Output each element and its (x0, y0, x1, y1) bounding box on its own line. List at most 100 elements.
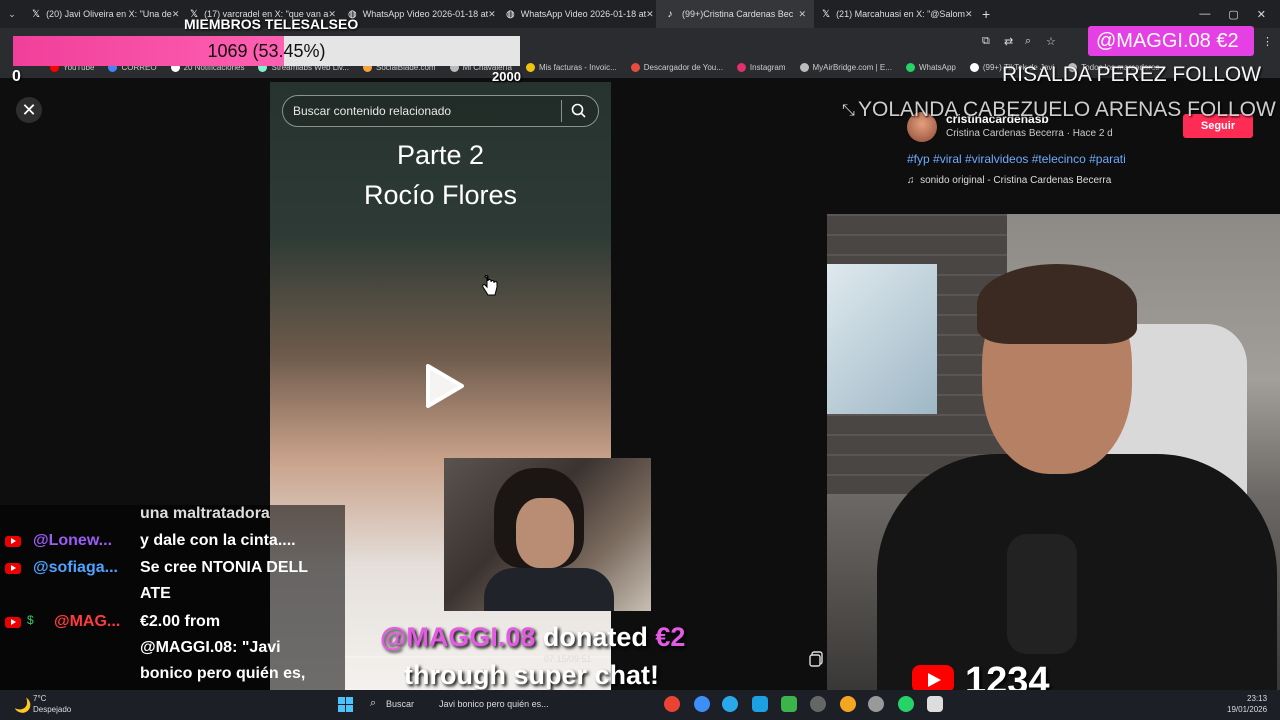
browser-tab[interactable]: 𝕏 (20) Javi Oliveira en X: "Una de ✕ (24, 0, 182, 28)
app-icon[interactable] (840, 696, 856, 712)
chat-message: bonico pero quién es, (140, 665, 306, 682)
youtube-icon (5, 536, 21, 547)
play-icon[interactable] (424, 363, 466, 409)
browser-tab-active[interactable]: ♪ (99+)Cristina Cardenas Bec ✕ (656, 0, 814, 28)
x-logo-icon: 𝕏 (822, 8, 831, 20)
bookmark-label: Instagram (749, 62, 786, 72)
donation-alert-line-1: @MAGGI.08 donated €2 (380, 622, 685, 653)
bookmark-label: WhatsApp (918, 62, 956, 72)
edge-icon[interactable] (694, 696, 710, 712)
new-tab-button[interactable]: + (972, 6, 1000, 22)
tab-label: (21) Marcahuasi en X: "@Salom (836, 9, 965, 19)
bookmark-favicon-icon (905, 62, 915, 72)
tab-list-chevron-icon[interactable]: ⌄ (0, 9, 24, 20)
taskbar-search-icon[interactable]: ⌕ (370, 697, 376, 710)
tab-close-icon[interactable]: ✕ (488, 9, 496, 20)
bookmark-item[interactable]: Descargador de You... (630, 62, 723, 72)
hashtags[interactable]: #fyp #viral #viralvideos #telecinco #par… (907, 152, 1126, 166)
weather-desc: Despejado (33, 705, 72, 714)
bookmark-star-icon[interactable]: ☆ (1046, 35, 1056, 48)
green-app-icon[interactable] (781, 696, 797, 712)
live-chat-overlay: una maltratadora @Lonew... y dale con la… (0, 505, 345, 690)
copy-link-icon[interactable] (808, 650, 826, 668)
whatsapp-icon[interactable] (898, 696, 914, 712)
collapse-icon[interactable]: ⤡ (842, 102, 855, 120)
chat-message: €2.00 from (140, 613, 221, 630)
tab-label: WhatsApp Video 2026-01-18 at (362, 9, 489, 19)
music-note-icon: ♫ (907, 175, 915, 186)
bookmark-favicon-icon (969, 62, 979, 72)
bookmark-label: Descargador de You... (643, 62, 723, 72)
tiktok-icon: ♪ (667, 8, 673, 20)
cast-icon[interactable]: ⧉ (982, 35, 990, 48)
tab-label: (20) Javi Oliveira en X: "Una de (46, 9, 172, 19)
progress-text: 1069 (53.45%) (207, 41, 326, 61)
search-divider (561, 100, 562, 122)
menu-icon[interactable]: ⋮ (1262, 35, 1273, 48)
minimize-icon[interactable]: — (1199, 8, 1210, 21)
app-icon[interactable] (868, 696, 884, 712)
youtube-icon (912, 665, 954, 693)
windows-taskbar (0, 690, 1280, 720)
search-placeholder: Buscar contenido relacionado (293, 104, 452, 118)
translate-icon[interactable]: ⇄ (1004, 35, 1013, 48)
browser-tab[interactable]: ◍ WhatsApp Video 2026-01-18 at ✕ (340, 0, 498, 28)
chat-partial-line: una maltratadora (140, 505, 270, 522)
follow-ticker-1: RISALDA PEREZ FOLLOW (1002, 63, 1262, 86)
tab-close-icon[interactable]: ✕ (172, 9, 180, 20)
app-icon[interactable] (927, 696, 943, 712)
creator-meta: Cristina Cardenas Becerra · Hace 2 d (946, 128, 1113, 139)
globe-icon: ◍ (506, 8, 515, 20)
weather-temp: 7°C (33, 694, 47, 703)
window-close-icon[interactable]: ✕ (1257, 8, 1266, 21)
chat-message: ATE (140, 585, 171, 602)
donation-amount: €2 (655, 622, 686, 652)
bookmark-item[interactable]: Mis facturas - Invoic... (525, 62, 617, 72)
bookmark-favicon-icon (736, 62, 746, 72)
progress-min: 0 (12, 68, 21, 85)
close-viewer-button[interactable]: ✕ (16, 97, 42, 123)
inset-video-frame (444, 458, 651, 611)
progress-max: 2000 (492, 69, 521, 84)
app-icon[interactable] (810, 696, 826, 712)
browser-tab[interactable]: ◍ WhatsApp Video 2026-01-18 at ✕ (498, 0, 656, 28)
sound-label[interactable]: ♫ sonido original - Cristina Cardenas Be… (907, 175, 1111, 186)
zoom-icon[interactable]: ⌕ (1025, 35, 1031, 48)
bookmark-item[interactable]: Instagram (736, 62, 786, 72)
taskbar-search[interactable]: Buscar Javi bonico pero quién es... (386, 699, 549, 709)
x-logo-icon: 𝕏 (32, 8, 41, 20)
taskbar-search-label: Buscar (386, 699, 415, 709)
hand-cursor-icon (482, 275, 498, 296)
members-progress-bar: 1069 (53.45%) (13, 36, 520, 66)
chrome-icon[interactable] (664, 696, 680, 712)
video-title-line-2: Rocío Flores (363, 180, 518, 210)
tab-close-icon[interactable]: ✕ (646, 9, 654, 20)
chat-message: y dale con la cinta.... (140, 532, 296, 549)
chat-username: @MAG... (54, 613, 121, 630)
tab-close-icon[interactable]: ✕ (798, 9, 806, 20)
moon-weather-icon[interactable]: 🌙 (14, 697, 31, 714)
tab-close-icon[interactable]: ✕ (965, 9, 972, 20)
maximize-icon[interactable]: ▢ (1228, 8, 1238, 21)
tab-label: (99+)Cristina Cardenas Bec (682, 9, 794, 19)
webcam-feed (827, 214, 1280, 690)
globe-app-icon[interactable] (752, 696, 768, 712)
chat-username: @sofiaga... (33, 559, 118, 576)
bookmark-label: MyAirBridge.com | E... (812, 62, 892, 72)
follow-ticker-2: YOLANDA CABEZUELO ARENAS FOLLOW (858, 98, 1276, 121)
browser-tab[interactable]: 𝕏 (21) Marcahuasi en X: "@Salom ✕ (814, 0, 972, 28)
bookmark-item[interactable]: WhatsApp (905, 62, 956, 72)
bookmark-favicon-icon (630, 62, 640, 72)
search-icon[interactable] (570, 102, 588, 120)
telegram-icon[interactable] (722, 696, 738, 712)
bookmark-item[interactable]: MyAirBridge.com | E... (799, 62, 892, 72)
windows-start-icon[interactable] (338, 697, 353, 712)
sound-text: sonido original - Cristina Cardenas Bece… (920, 175, 1112, 186)
bookmark-favicon-icon (525, 62, 535, 72)
tab-label: WhatsApp Video 2026-01-18 at (520, 9, 647, 19)
donation-verb: donated (535, 622, 656, 652)
bookmark-label: Mis facturas - Invoic... (538, 62, 617, 72)
clock-time: 23:13 (1247, 694, 1268, 703)
youtube-icon (5, 617, 21, 628)
youtube-icon (5, 563, 21, 574)
